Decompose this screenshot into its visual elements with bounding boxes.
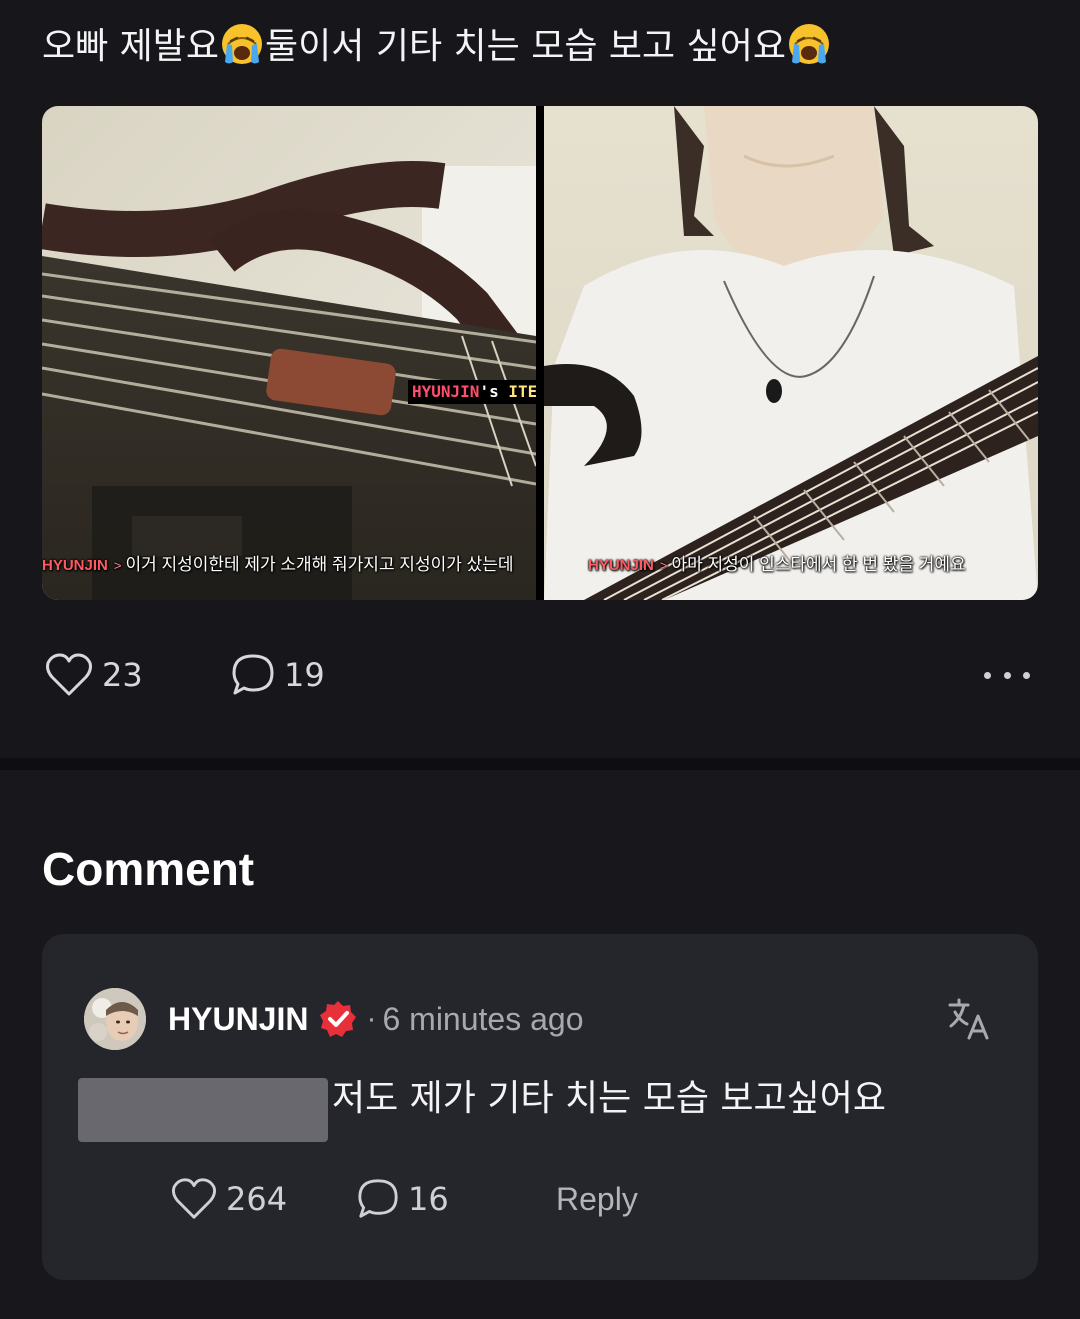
guitar-closeup-image: [42, 106, 536, 600]
more-dot: [1023, 671, 1030, 679]
post-image-left[interactable]: HYUNJIN's ITEM HYUNJIN >이거 지성이한테 제가 소개해 줘…: [42, 106, 536, 600]
caption-speaker: HYUNJIN: [42, 557, 108, 574]
caption-text: 아마 지성이 인스타에서 한 번 봤을 거예요: [671, 555, 966, 574]
crying-face-icon: [788, 24, 829, 64]
post: 오빠 제발요 둘이서 기타 치는 모습 보고 싶어요 HYUNJIN's ITE…: [0, 0, 1080, 758]
image-gallery[interactable]: HYUNJIN's ITEM HYUNJIN>이거 지성이한테 제가 소개해 줘…: [42, 106, 1038, 600]
caption-text: 이거 지성이한테 제가 소개해 줘가지고 지성이가 샀는데: [125, 555, 514, 574]
heart-icon: [46, 653, 92, 696]
avatar[interactable]: [84, 988, 146, 1050]
post-title-text-2: 둘이서 기타 치는 모습 보고 싶어요: [265, 26, 786, 67]
comments-heading: Comment: [42, 843, 255, 895]
comment-bubble-icon: [358, 1179, 398, 1218]
like-count: 23: [102, 656, 143, 694]
post-title: 오빠 제발요 둘이서 기타 치는 모습 보고 싶어요: [42, 22, 1042, 72]
comments-section: Comment HYUNJIN · 6 minutes ago 저도 제가 기타…: [0, 770, 1080, 1319]
section-divider: [0, 758, 1080, 770]
subtitle-caption: HYUNJIN > 이거 지성이한테 제가 소개해 줘가지고 지성이가 샀는데: [42, 552, 536, 578]
author-name[interactable]: HYUNJIN: [168, 1001, 308, 1038]
like-button[interactable]: 23: [44, 650, 143, 700]
comment-timestamp: 6 minutes ago: [382, 1000, 584, 1037]
more-options-button[interactable]: [984, 660, 1030, 690]
comment-reply-count: 16: [408, 1180, 449, 1218]
more-dot: [1003, 671, 1011, 679]
translate-icon: [948, 998, 989, 1040]
subtitle-caption: HYUNJIN > 아마 지성이 인스타에서 한 번 봤을 거예요: [588, 552, 1038, 578]
caption-arrow-icon: >: [659, 558, 668, 573]
more-dot: [984, 671, 991, 679]
comment-actions: 264 16 Reply: [170, 1174, 770, 1224]
avatar-image: [84, 988, 146, 1050]
heart-icon: [172, 1178, 216, 1219]
time-separator: ·: [366, 1002, 377, 1035]
post-image-right[interactable]: HYUNJIN > 아마 지성이 인스타에서 한 번 봤을 거예요: [544, 106, 1038, 600]
comment-button[interactable]: 19: [230, 650, 325, 700]
reply-button[interactable]: Reply: [556, 1174, 638, 1224]
comment-card: HYUNJIN · 6 minutes ago 저도 제가 기타 치는 모습 보…: [42, 934, 1038, 1280]
comment-bubble-icon: [232, 654, 274, 695]
redacted-mention: [78, 1078, 328, 1142]
crying-face-icon: [222, 24, 263, 64]
caption-arrow-icon: >: [113, 558, 122, 573]
post-title-text-1: 오빠 제발요: [42, 26, 220, 67]
caption-speaker: HYUNJIN: [588, 557, 654, 574]
comment-replies-button[interactable]: 16: [356, 1174, 449, 1224]
comment-like-button[interactable]: 264: [170, 1174, 287, 1224]
comment-like-count: 264: [226, 1180, 288, 1218]
person-with-guitar-image: [544, 106, 1038, 600]
verified-badge-icon: [320, 1001, 357, 1037]
translate-button[interactable]: [946, 996, 992, 1042]
item-tag-label: HYUNJIN's ITEM: [408, 380, 536, 404]
post-actions: 23 19: [42, 650, 1038, 700]
comment-text: 저도 제가 기타 치는 모습 보고싶어요: [332, 1078, 887, 1119]
comment-author-row: HYUNJIN · 6 minutes ago: [168, 996, 583, 1042]
comment-count: 19: [284, 656, 325, 694]
